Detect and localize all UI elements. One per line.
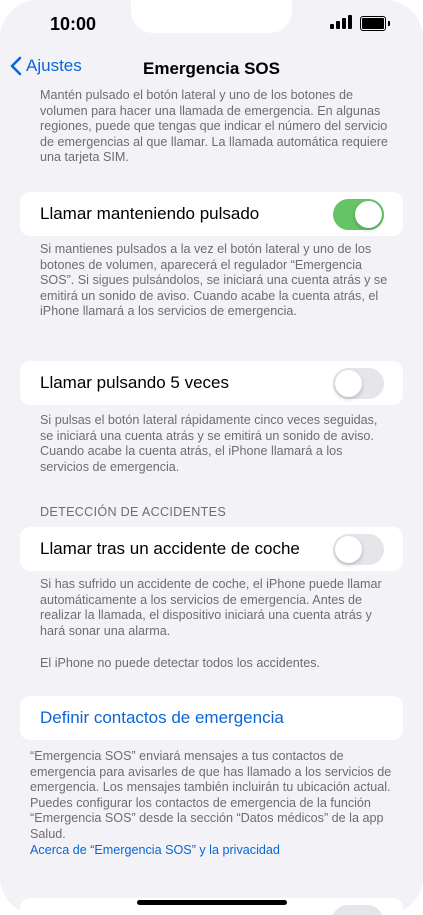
emergency-contacts-link[interactable]: Definir contactos de emergencia	[40, 696, 284, 740]
crash-detection-row: Llamar tras un accidente de coche	[20, 527, 403, 571]
next-settings-toggle[interactable]	[332, 905, 383, 915]
crash-detection-label: Llamar tras un accidente de coche	[40, 539, 300, 558]
page-title: Emergencia SOS	[142, 59, 280, 78]
call-five-presses-toggle[interactable]	[333, 368, 384, 399]
device-notch	[131, 0, 292, 33]
call-with-hold-toggle[interactable]	[333, 199, 384, 230]
crash-detection-header: DETECCIÓN DE ACCIDENTES	[40, 505, 227, 519]
crash-detection-toggle[interactable]	[333, 534, 384, 565]
intro-description: Mantén pulsado el botón lateral y uno de…	[40, 88, 388, 164]
crash-detection-note: El iPhone no puede detectar todos los ac…	[40, 656, 321, 670]
settings-screen: 10:00 Ajustes Emergencia SOS Mantén puls…	[0, 0, 423, 915]
emergency-contacts-row[interactable]: Definir contactos de emergencia	[20, 696, 403, 740]
call-with-hold-row: Llamar manteniendo pulsado	[20, 192, 403, 236]
cellular-signal-icon	[330, 15, 354, 29]
call-five-presses-row: Llamar pulsando 5 veces	[20, 361, 403, 405]
emergency-contacts-footer: “Emergencia SOS” enviará mensajes a tus …	[30, 749, 392, 841]
home-indicator[interactable]	[137, 900, 287, 905]
call-five-presses-footer: Si pulsas el botón lateral rápidamente c…	[40, 413, 378, 474]
battery-icon	[360, 16, 390, 31]
call-five-presses-label: Llamar pulsando 5 veces	[40, 373, 230, 392]
privacy-link[interactable]: Acerca de “Emergencia SOS” y la privacid…	[30, 843, 280, 857]
call-with-hold-footer: Si mantienes pulsados a la vez el botón …	[40, 242, 388, 318]
call-with-hold-label: Llamar manteniendo pulsado	[40, 204, 260, 223]
navigation-bar: Ajustes Emergencia SOS	[0, 52, 423, 88]
status-time: 10:00	[50, 14, 97, 34]
crash-detection-footer: Si has sufrido un accidente de coche, el…	[40, 577, 382, 638]
